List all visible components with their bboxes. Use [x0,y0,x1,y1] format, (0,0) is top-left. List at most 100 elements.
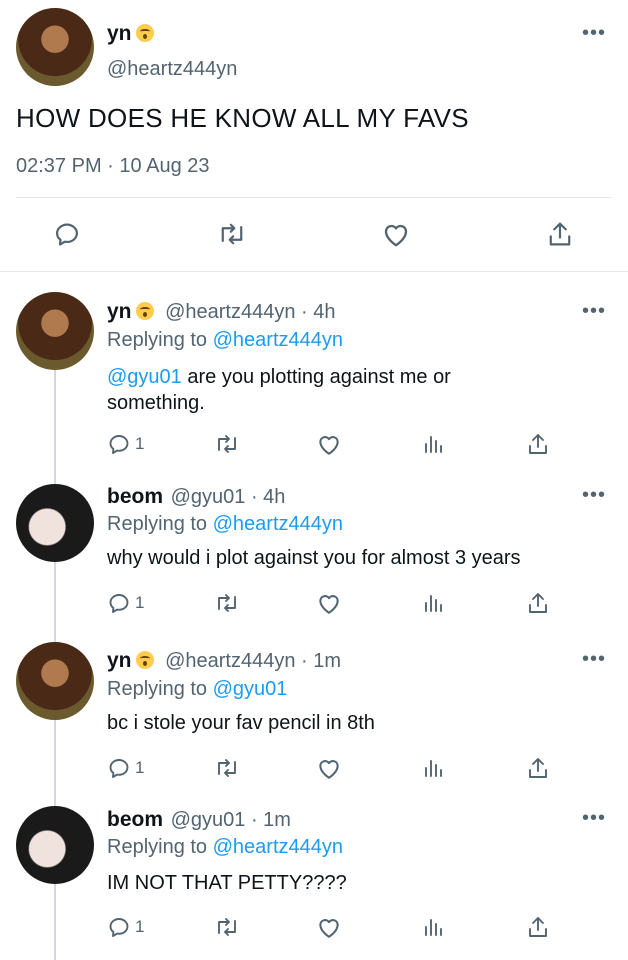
author-handle[interactable]: @heartz444yn [107,58,237,81]
views-icon [425,436,442,453]
replying-label: Replying to [107,836,208,858]
retweet-icon [218,435,236,453]
share-button[interactable] [526,755,550,781]
author-handle[interactable]: @gyu01 [171,809,246,831]
like-button[interactable] [316,915,342,939]
retweet-button[interactable] [214,432,240,456]
more-options-icon[interactable]: ••• [582,807,606,830]
reply-text: bc i stole your fav pencil in 8th [107,712,375,734]
reply-header: beom @gyu01 · 1m [107,807,291,833]
reply-count: 1 [135,758,145,777]
more-options-icon[interactable]: ••• [582,484,606,507]
replying-to-link[interactable]: @heartz444yn [213,329,343,351]
more-options-icon[interactable]: ••• [582,300,606,323]
reply-age: 1m [313,650,342,672]
reply-icon [55,223,79,246]
reply-button[interactable]: 1 [107,756,144,780]
views-button[interactable] [421,432,445,456]
replying-to: Replying to @gyu01 [107,676,287,702]
reply-icon [109,759,129,778]
reply-button[interactable]: 1 [107,915,144,939]
retweet-button[interactable] [214,591,240,615]
share-button[interactable] [526,590,550,616]
author-name[interactable]: yn [107,300,132,323]
replying-label: Replying to [107,329,208,351]
retweet-icon [218,594,236,612]
tweet-time: 02:37 PM [16,155,102,177]
share-icon [529,434,547,454]
like-icon [319,919,339,938]
retweet-icon [218,918,236,936]
author-name[interactable]: yn [107,22,154,46]
reply-header: yn @heartz444yn · 4h [107,299,336,325]
share-button[interactable] [526,431,550,457]
separator: · [301,301,308,323]
reply-button[interactable]: 1 [107,432,144,456]
reply-count: 1 [135,917,145,936]
author-name[interactable]: beom [107,485,163,508]
reply-age: 1m [263,809,291,831]
reply-text: why would i plot against you for almost … [107,547,521,569]
divider [0,271,628,272]
replying-to: Replying to @heartz444yn [107,511,343,537]
author-name[interactable]: yn [107,649,132,672]
avatar[interactable] [16,806,94,884]
retweet-button[interactable] [214,915,240,939]
retweet-button[interactable] [214,756,240,780]
mention-link[interactable]: @gyu01 [107,366,182,388]
author-handle[interactable]: @heartz444yn [165,650,295,672]
share-icon [529,758,547,778]
reply-icon [109,435,129,454]
tweet-text: HOW DOES HE KNOW ALL MY FAVS [16,103,469,133]
replying-to-link[interactable]: @heartz444yn [213,513,343,535]
like-icon [384,224,408,247]
like-button[interactable] [316,432,342,456]
views-icon [425,760,442,777]
author-handle[interactable]: @heartz444yn [165,301,295,323]
avatar[interactable] [16,484,94,562]
reply-icon [109,918,129,937]
views-icon [425,919,442,936]
avatar[interactable] [16,642,94,720]
separator: · [250,486,258,508]
share-button[interactable] [526,914,550,940]
replying-to-link[interactable]: @gyu01 [213,678,288,700]
more-options-icon[interactable]: ••• [582,22,606,45]
like-icon [319,595,339,614]
more-options-icon[interactable]: ••• [582,648,606,671]
like-button[interactable] [316,591,342,615]
reply-count: 1 [135,593,145,612]
reply-text-line-2: something. [107,392,205,414]
share-icon [549,222,571,246]
reply-text-line-1: are you plotting against me or [187,366,451,388]
separator: · [250,809,258,831]
reply-button[interactable] [53,220,81,248]
replying-to: Replying to @heartz444yn [107,834,343,860]
replying-to: Replying to @heartz444yn [107,327,343,353]
like-icon [319,760,339,779]
tweet-date: 10 Aug 23 [119,155,210,177]
share-icon [529,917,547,937]
divider [16,197,612,198]
like-button[interactable] [381,220,411,248]
avatar[interactable] [16,292,94,370]
views-button[interactable] [421,591,445,615]
views-button[interactable] [421,915,445,939]
author-handle[interactable]: @gyu01 [171,486,246,508]
reply-header: beom @gyu01 · 4h [107,484,285,510]
author-name[interactable]: beom [107,808,163,831]
replying-to-link[interactable]: @heartz444yn [213,836,343,858]
replying-label: Replying to [107,513,208,535]
avatar[interactable] [16,8,94,86]
share-button[interactable] [546,219,574,249]
separator: · [301,650,308,672]
retweet-button[interactable] [217,220,247,248]
share-icon [529,593,547,613]
reply-button[interactable]: 1 [107,591,144,615]
reply-icon [109,594,129,613]
retweet-icon [221,223,243,245]
like-button[interactable] [316,756,342,780]
views-button[interactable] [421,756,445,780]
emoji-icon [135,651,154,669]
reply-age: 4h [313,301,336,323]
